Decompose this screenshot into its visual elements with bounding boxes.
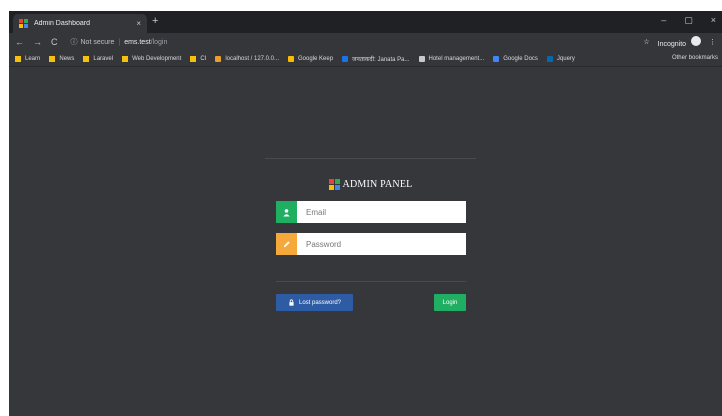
docs-icon [493,55,500,62]
top-divider [265,158,476,159]
back-icon[interactable]: ← [15,37,24,47]
bookmark-label: Google Keep [298,55,334,62]
globe-icon [342,55,349,62]
login-page: ADMIN PANEL Lost password? Login [9,67,722,416]
bookmark-item[interactable]: Web Development [122,55,182,62]
password-input[interactable] [297,233,466,255]
login-button[interactable]: Login [434,294,466,311]
dashboard-favicon-icon [19,19,28,28]
close-window-icon[interactable]: × [711,15,716,26]
bookmark-label: News [59,55,75,62]
forward-icon[interactable]: → [33,37,42,47]
address-separator: | [118,38,121,46]
lock-icon [289,299,294,306]
bookmark-label: Laravel [93,55,114,62]
brand-heading: ADMIN PANEL [265,179,476,190]
bookmark-item[interactable]: Hotel management... [418,55,485,62]
bookmark-item[interactable]: Jquery [546,55,575,62]
brand-title: ADMIN PANEL [342,179,413,190]
window-controls: – ▢ × [661,15,716,26]
bookmark-label: Google Docs [503,55,538,62]
bookmark-item[interactable]: CI [190,55,207,62]
email-field-group [276,201,466,223]
incognito-icon [691,36,701,46]
user-icon [276,201,297,223]
bookmark-item[interactable]: Google Docs [493,55,538,62]
bookmark-item[interactable]: Learn [15,55,41,62]
incognito-indicator[interactable]: Incognito [658,36,701,48]
bookmark-item[interactable]: Laravel [83,55,114,62]
folder-icon [83,55,90,62]
bookmark-label: Jquery [556,55,575,62]
browser-tab[interactable]: Admin Dashboard × [13,14,147,33]
email-input[interactable] [297,201,466,223]
new-tab-icon[interactable]: + [152,15,158,27]
bookmark-label: localhost / 127.0.0... [225,55,280,62]
jquery-icon [546,55,553,62]
image-icon [418,55,425,62]
tab-strip: Admin Dashboard × + – ▢ × [9,11,722,33]
bottom-divider [276,281,466,282]
toolbar-right: ☆ Incognito ⋮ [643,36,716,48]
bookmarks-bar: Learn News Laravel Web Development CI localho… [9,51,722,67]
lost-password-label: Lost password? [298,299,342,306]
folder-icon [49,55,56,62]
admin-logo-icon [328,179,340,190]
keep-icon [288,55,295,62]
security-label: Not secure [80,38,115,46]
bookmark-label: CI [200,55,207,62]
tab-title: Admin Dashboard [34,20,91,27]
bookmark-label: जनताकदी: Janata Pa... [352,56,410,63]
browser-toolbar: ← → C ⓘ Not secure | ems.test/login ☆ In… [9,33,722,51]
bookmark-item[interactable]: जनताकदी: Janata Pa... [342,55,410,63]
folder-icon [190,55,197,62]
bookmark-label: Web Development [132,55,182,62]
reload-icon[interactable]: C [51,37,58,47]
menu-icon[interactable]: ⋮ [709,38,716,46]
restore-icon[interactable]: ▢ [684,15,693,26]
info-icon[interactable]: ⓘ [71,37,78,47]
bookmark-star-icon[interactable]: ☆ [643,38,649,46]
minimize-icon[interactable]: – [661,15,666,26]
folder-icon [122,55,129,62]
password-field-group [276,233,466,255]
address-host: ems.test [124,38,151,46]
bookmark-item[interactable]: News [49,55,75,62]
bookmark-label: Learn [25,55,41,62]
address-path: /login [150,38,168,46]
tab-close-icon[interactable]: × [136,19,141,28]
folder-icon [15,55,21,62]
phpmyadmin-icon [215,55,222,62]
bookmark-item[interactable]: Google Keep [288,55,334,62]
address-bar[interactable]: ⓘ Not secure | ems.test/login [71,37,168,47]
bookmark-label: Hotel management... [428,55,485,62]
browser-window: Admin Dashboard × + – ▢ × ← → C ⓘ Not se… [9,11,722,416]
other-bookmarks-label: Other bookmarks [671,55,718,61]
lost-password-button[interactable]: Lost password? [276,294,353,311]
bookmark-item[interactable]: localhost / 127.0.0... [215,55,280,62]
other-bookmarks[interactable]: Other bookmarks [672,55,718,61]
incognito-label: Incognito [657,41,687,48]
pencil-icon [276,233,297,255]
